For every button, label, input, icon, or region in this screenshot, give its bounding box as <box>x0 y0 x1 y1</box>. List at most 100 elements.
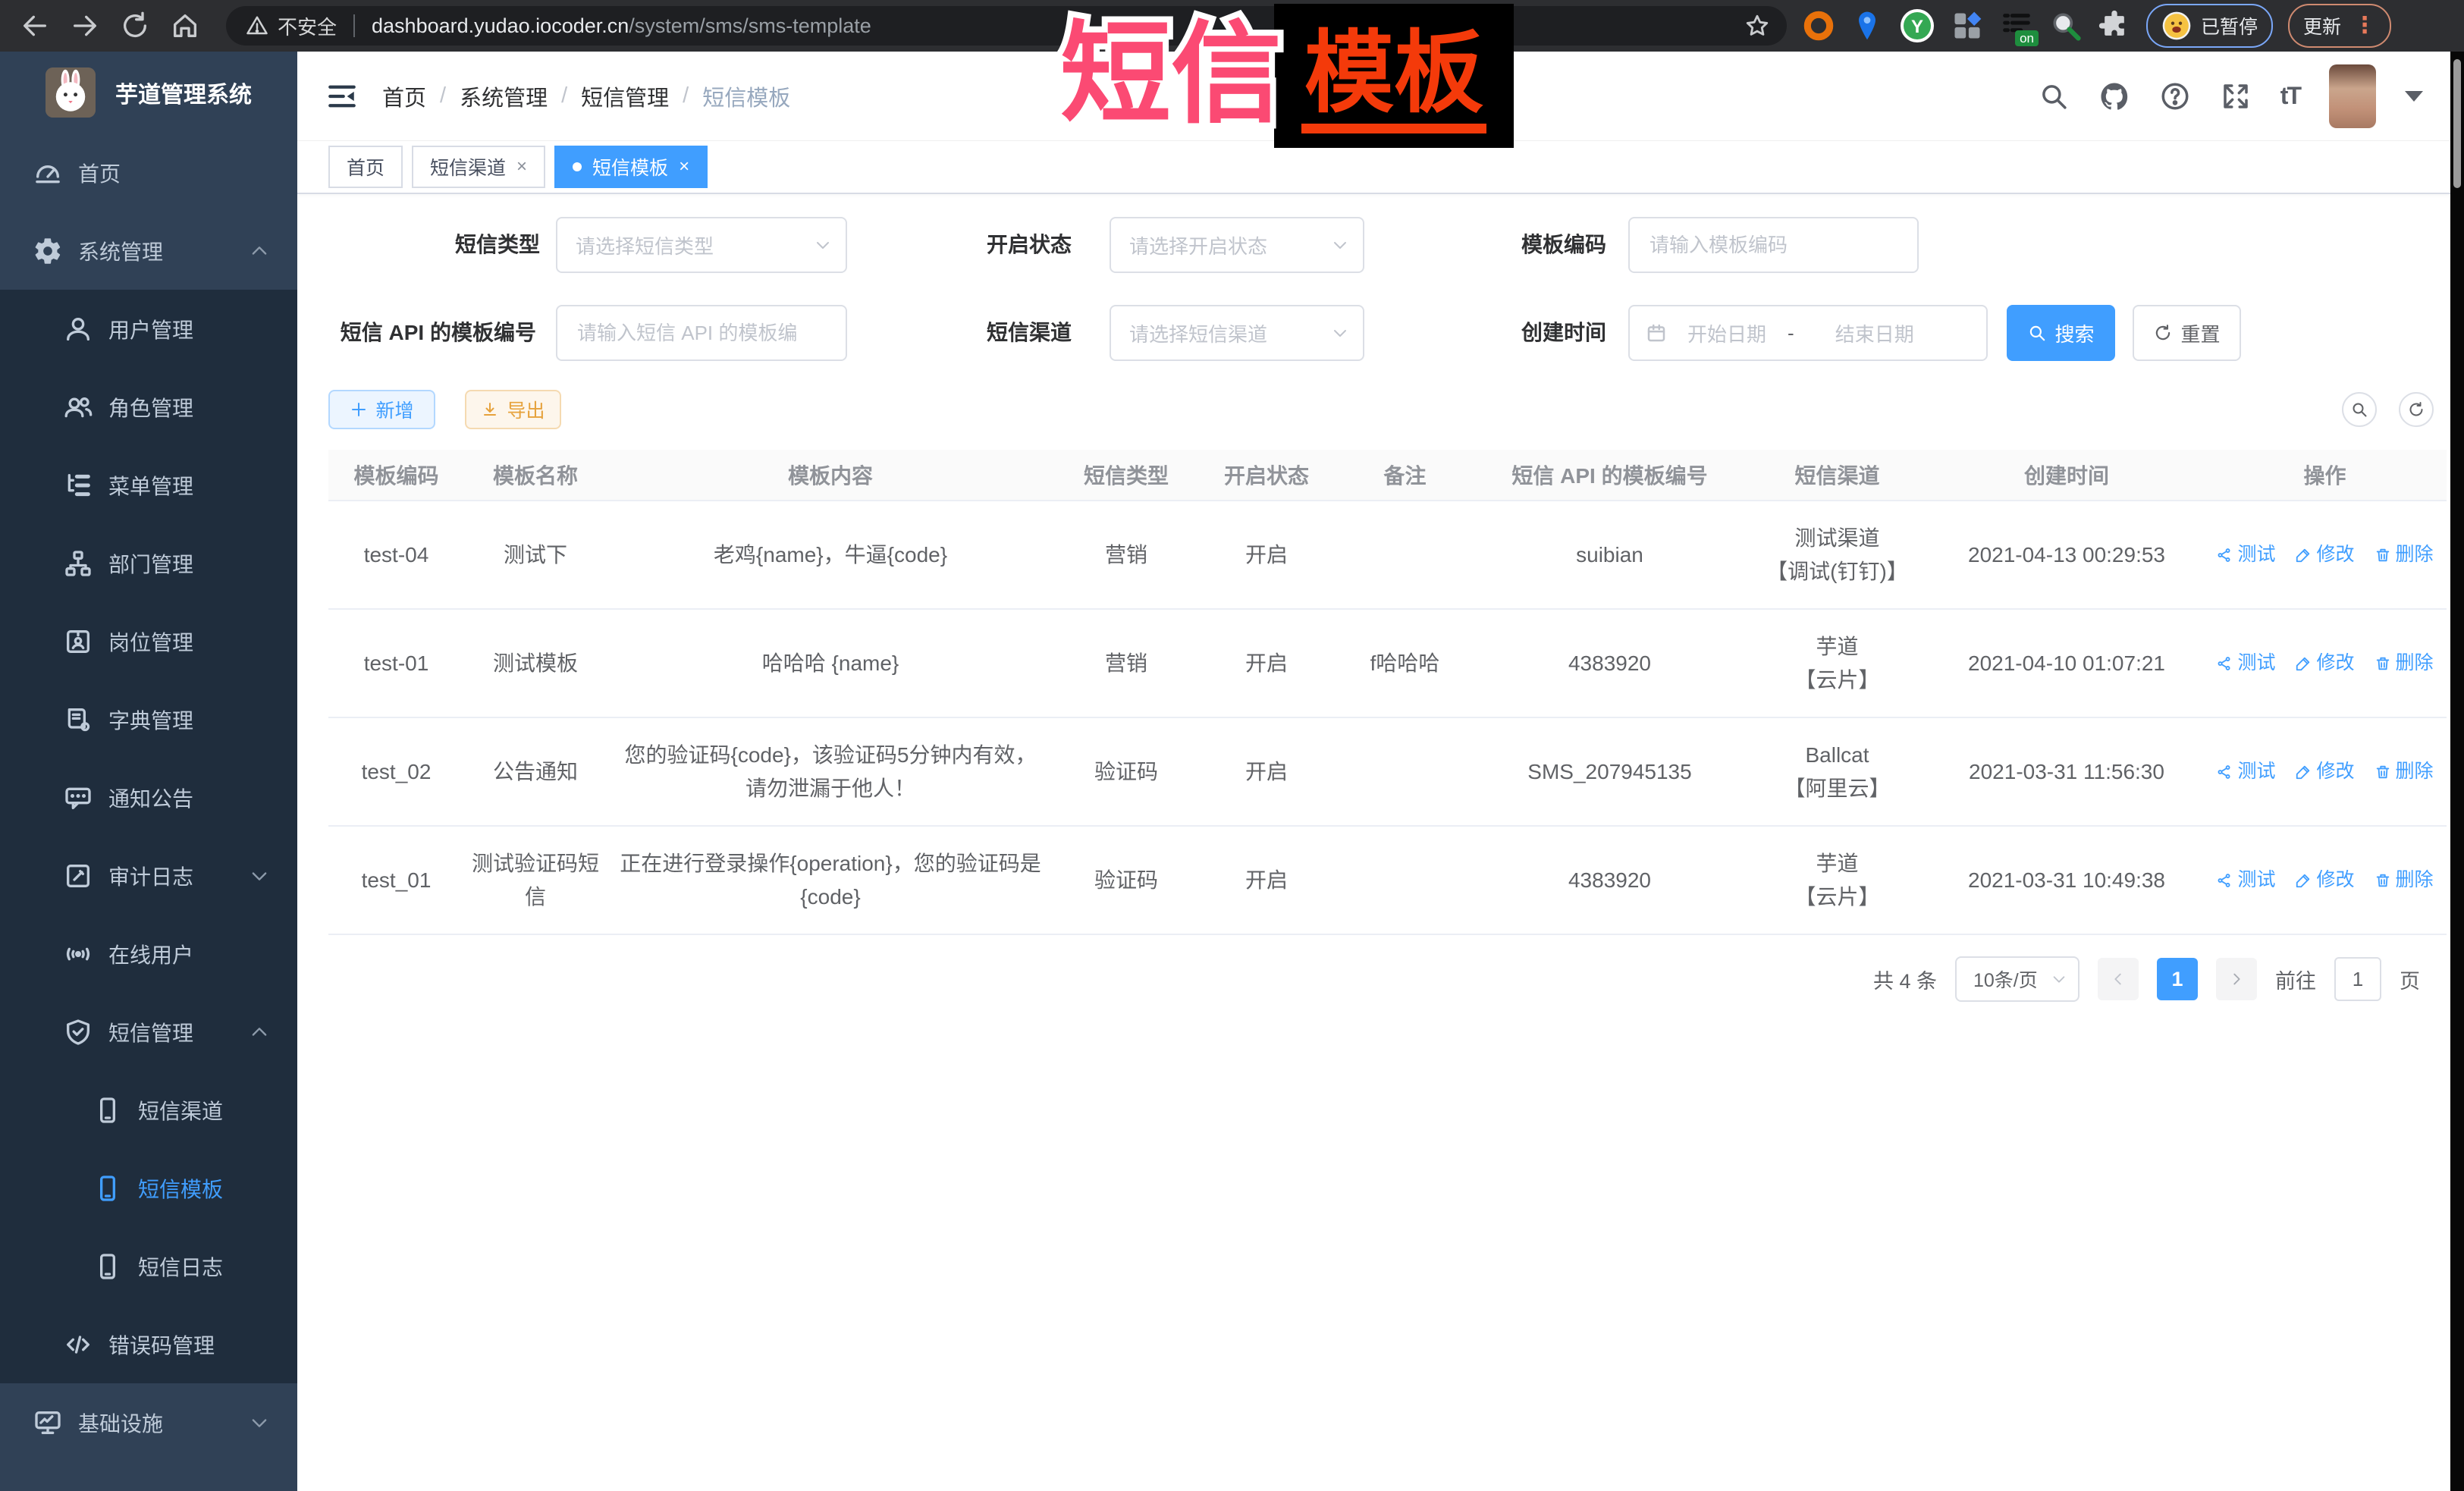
sidebar-item-sms-mgmt[interactable]: 短信管理 <box>0 993 297 1071</box>
dictionary-icon <box>63 705 93 735</box>
sidebar-item-online-users[interactable]: 在线用户 <box>0 915 297 993</box>
search-button[interactable]: 搜索 <box>2007 305 2115 361</box>
avatar-caret-icon[interactable] <box>2405 91 2423 102</box>
extension-grid-icon[interactable] <box>1951 9 1984 42</box>
breadcrumb-home[interactable]: 首页 <box>382 80 426 112</box>
sidebar-item-post-mgmt[interactable]: 岗位管理 <box>0 602 297 680</box>
tab-home[interactable]: 首页 <box>328 146 403 188</box>
sidebar-item-dict-mgmt[interactable]: 字典管理 <box>0 680 297 758</box>
prev-page-button[interactable] <box>2098 958 2139 1000</box>
test-link[interactable]: 测试 <box>2216 865 2275 895</box>
close-icon[interactable]: × <box>679 156 689 177</box>
page-number-button[interactable]: 1 <box>2157 958 2198 1000</box>
test-link[interactable]: 测试 <box>2216 648 2275 678</box>
browser-menu-icon[interactable]: ⋮ <box>2353 14 2376 37</box>
forward-icon[interactable] <box>70 11 100 41</box>
sidebar-fold-icon[interactable] <box>326 80 358 112</box>
sidebar-item-user-mgmt[interactable]: 用户管理 <box>0 290 297 368</box>
sidebar-item-sms-channel[interactable]: 短信渠道 <box>0 1071 297 1149</box>
sidebar-item-audit-log[interactable]: 审计日志 <box>0 837 297 915</box>
help-icon[interactable] <box>2159 80 2191 112</box>
status-select[interactable]: 请选择开启状态 <box>1110 217 1364 273</box>
profile-paused-chip[interactable]: 已暂停 <box>2146 4 2273 48</box>
show-search-toggle-button[interactable] <box>2342 392 2377 427</box>
channel-select[interactable]: 请选择短信渠道 <box>1110 305 1364 361</box>
template-code-input[interactable] <box>1648 233 1899 258</box>
extension-orange-ring-icon[interactable] <box>1802 9 1835 42</box>
sidebar-item-notice[interactable]: 通知公告 <box>0 758 297 837</box>
created-time-label: 创建时间 <box>1394 305 1606 361</box>
goto-page-input[interactable] <box>2334 957 2381 1001</box>
table-row: test-01 测试模板 哈哈哈 {name} 营销 开启 f哈哈哈 43839… <box>328 609 2447 717</box>
breadcrumb-system[interactable]: 系统管理 <box>460 80 548 112</box>
export-button[interactable]: 导出 <box>465 390 561 429</box>
home-icon[interactable] <box>170 11 200 41</box>
paused-badge-label: 已暂停 <box>2201 12 2258 39</box>
test-link[interactable]: 测试 <box>2216 757 2275 786</box>
refresh-table-button[interactable] <box>2399 392 2434 427</box>
cell-type: 营销 <box>1054 609 1198 717</box>
breadcrumb-sms[interactable]: 短信管理 <box>581 80 669 112</box>
delete-link[interactable]: 删除 <box>2375 540 2434 570</box>
extension-puzzle-icon[interactable] <box>2098 9 2131 42</box>
close-icon[interactable]: × <box>516 156 527 177</box>
page-size-select[interactable]: 10条/页 <box>1955 956 2079 1002</box>
browser-update-button[interactable]: 更新 ⋮ <box>2288 4 2391 48</box>
font-size-icon[interactable]: tT <box>2280 82 2300 110</box>
sidebar-item-error-code[interactable]: 错误码管理 <box>0 1305 297 1383</box>
fullscreen-icon[interactable] <box>2220 80 2252 112</box>
sidebar-item-label: 角色管理 <box>108 392 193 422</box>
sidebar-item-infrastructure[interactable]: 基础设施 <box>0 1383 297 1461</box>
cell-type: 验证码 <box>1054 826 1198 934</box>
broadcast-icon <box>63 939 93 969</box>
sidebar-item-label: 错误码管理 <box>108 1329 215 1360</box>
scrollbar-thumb[interactable] <box>2453 59 2461 188</box>
sidebar-item-sms-template[interactable]: 短信模板 <box>0 1149 297 1227</box>
select-placeholder: 请选择开启状态 <box>1129 231 1267 259</box>
reset-button[interactable]: 重置 <box>2133 305 2241 361</box>
extension-blue-pin-icon[interactable] <box>1850 9 1884 42</box>
github-icon[interactable] <box>2098 80 2130 112</box>
sms-template-table: 模板编码 模板名称 模板内容 短信类型 开启状态 备注 短信 API 的模板编号… <box>328 450 2447 935</box>
sidebar-item-home[interactable]: 首页 <box>0 133 297 212</box>
extension-green-y-icon[interactable]: Y <box>1899 8 1935 44</box>
add-button[interactable]: 新增 <box>328 390 435 429</box>
sidebar-item-menu-mgmt[interactable]: 菜单管理 <box>0 446 297 524</box>
search-icon <box>2350 400 2368 419</box>
edit-link[interactable]: 修改 <box>2295 865 2354 895</box>
edit-link[interactable]: 修改 <box>2295 540 2354 570</box>
sms-type-select[interactable]: 请选择短信类型 <box>556 217 847 273</box>
sidebar-item-role-mgmt[interactable]: 角色管理 <box>0 368 297 446</box>
url-bar[interactable]: 不安全 dashboard.yudao.iocoder.cn/system/sm… <box>226 6 1787 46</box>
bookmark-star-icon[interactable] <box>1744 13 1770 39</box>
delete-link[interactable]: 删除 <box>2375 865 2434 895</box>
extension-onetab-icon[interactable]: on <box>1999 8 2034 43</box>
sidebar-item-label: 短信管理 <box>108 1017 193 1047</box>
app-logo-row[interactable]: 芋道管理系统 <box>0 52 297 133</box>
delete-link[interactable]: 删除 <box>2375 648 2434 678</box>
cell-code: test-04 <box>328 501 464 609</box>
tab-sms-template[interactable]: 短信模板 × <box>554 146 708 188</box>
edit-link[interactable]: 修改 <box>2295 757 2354 786</box>
sidebar-item-label: 短信日志 <box>138 1251 223 1282</box>
sidebar-item-label: 通知公告 <box>108 783 193 813</box>
next-page-button[interactable] <box>2216 958 2257 1000</box>
user-avatar[interactable] <box>2329 64 2376 128</box>
cell-channel: Ballcat【阿里云】 <box>1744 717 1930 826</box>
tab-sms-channel[interactable]: 短信渠道 × <box>412 146 545 188</box>
test-link[interactable]: 测试 <box>2216 540 2275 570</box>
search-icon[interactable] <box>2038 80 2070 112</box>
chevron-left-icon <box>2110 971 2127 987</box>
api-template-id-label: 短信 API 的模板编号 <box>312 305 536 361</box>
date-range-picker[interactable]: 开始日期 - 结束日期 <box>1628 305 1988 361</box>
chevron-up-icon <box>249 1022 270 1043</box>
api-template-id-input[interactable] <box>576 321 827 346</box>
back-icon[interactable] <box>20 11 50 41</box>
extension-magnifier-icon[interactable] <box>2049 9 2083 42</box>
delete-link[interactable]: 删除 <box>2375 757 2434 786</box>
reload-icon[interactable] <box>120 11 150 41</box>
sidebar-item-sms-log[interactable]: 短信日志 <box>0 1227 297 1305</box>
sidebar-item-system-mgmt[interactable]: 系统管理 <box>0 212 297 290</box>
sidebar-item-dept-mgmt[interactable]: 部门管理 <box>0 524 297 602</box>
edit-link[interactable]: 修改 <box>2295 648 2354 678</box>
